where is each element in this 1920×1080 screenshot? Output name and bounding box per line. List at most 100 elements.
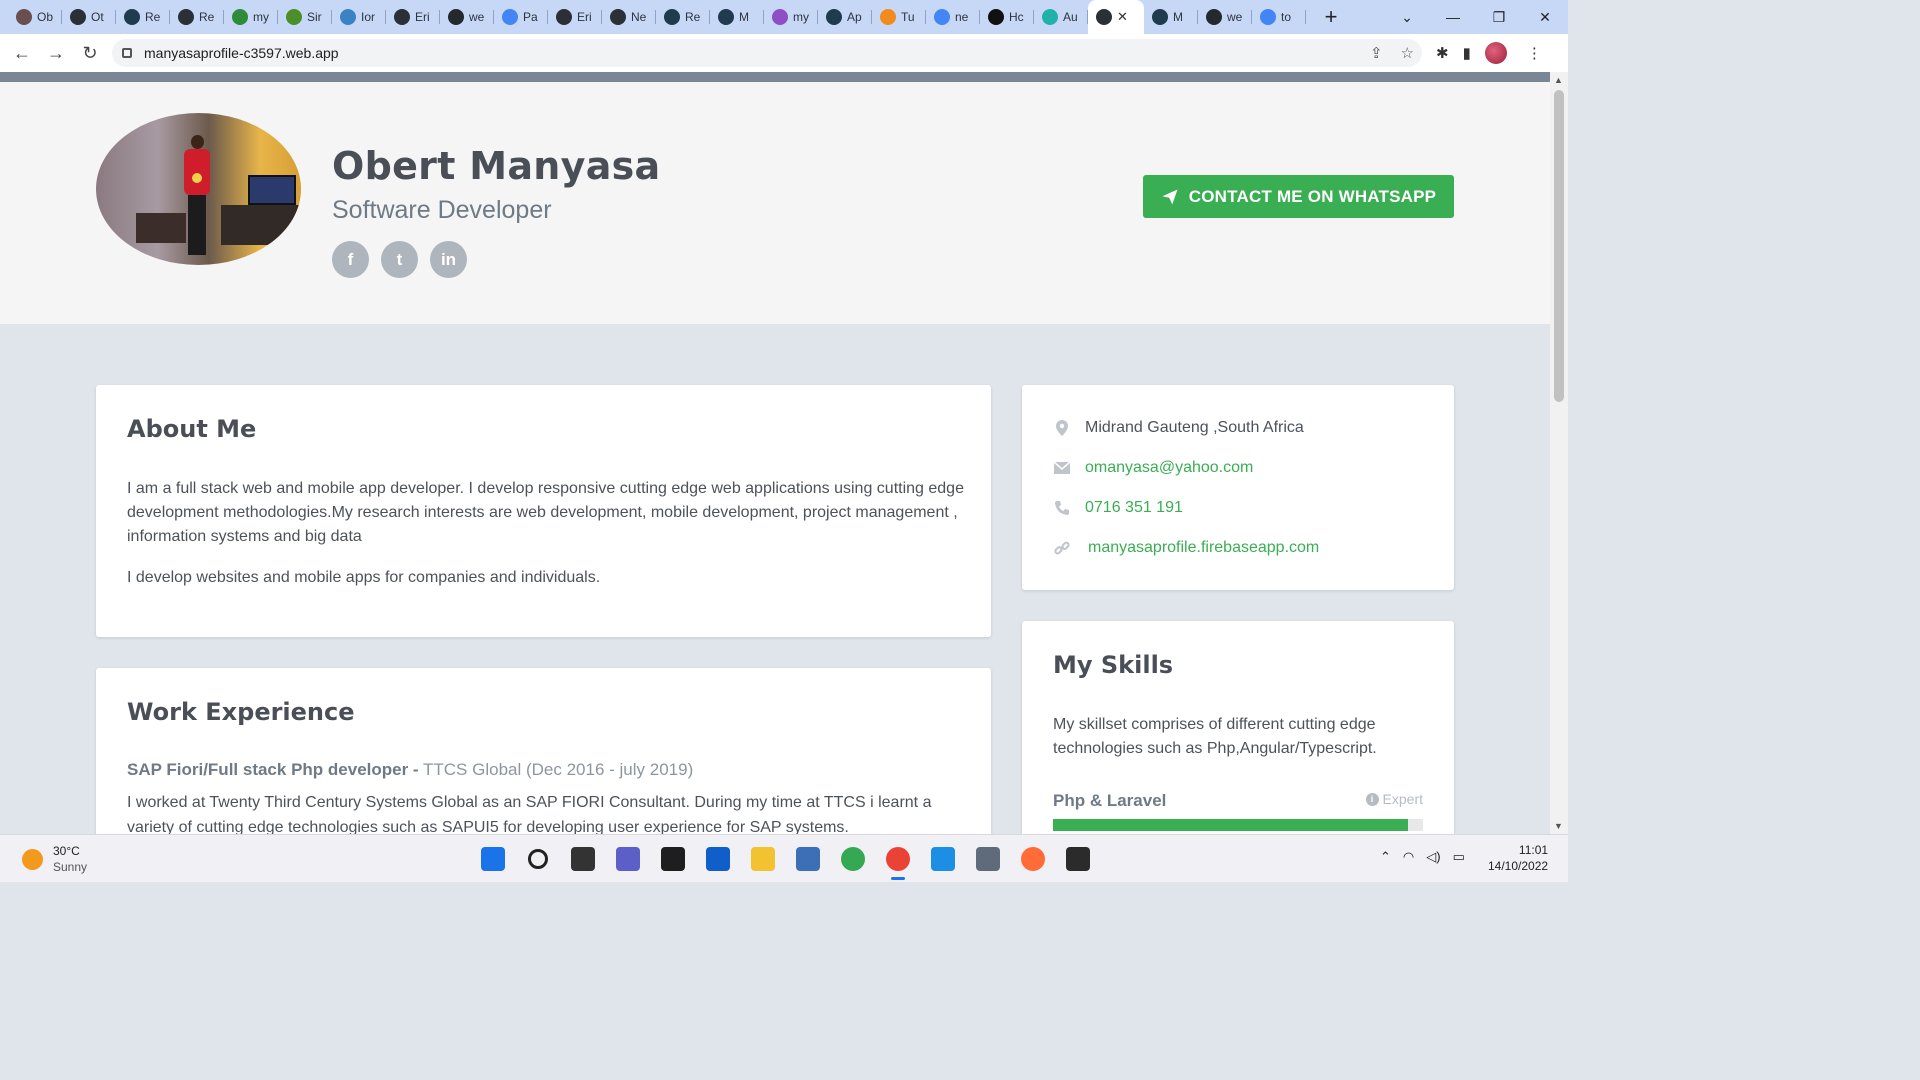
- trailing-tab[interactable]: to: [1252, 0, 1306, 34]
- lock-icon[interactable]: [122, 48, 132, 58]
- postman-icon[interactable]: [1018, 844, 1048, 874]
- browser-tab[interactable]: Ot: [62, 0, 116, 34]
- browser-tab[interactable]: Re: [170, 0, 224, 34]
- weather-widget[interactable]: 30°C Sunny: [22, 843, 87, 875]
- tab-title: Pa: [523, 10, 538, 24]
- profile-header: Obert Manyasa Software Developer f t in …: [0, 82, 1550, 324]
- vscode-icon[interactable]: [928, 844, 958, 874]
- browser-tab[interactable]: Eri: [386, 0, 440, 34]
- forward-icon[interactable]: →: [39, 43, 73, 64]
- browser-tab[interactable]: Ob: [8, 0, 62, 34]
- contact-website: manyasaprofile.firebaseapp.com: [1053, 539, 1319, 557]
- close-tab-icon[interactable]: ✕: [1117, 9, 1128, 25]
- scrollbar-thumb[interactable]: [1554, 90, 1564, 402]
- search-icon[interactable]: [523, 844, 553, 874]
- extensions-icon[interactable]: ✱: [1436, 44, 1449, 62]
- favicon-icon: [826, 9, 842, 25]
- tab-title: Ob: [37, 10, 54, 24]
- favicon-icon: [70, 9, 86, 25]
- tab-title: we: [469, 10, 485, 24]
- tab-title: ne: [955, 10, 969, 24]
- contact-email: omanyasa@yahoo.com: [1053, 459, 1253, 477]
- back-icon[interactable]: ←: [5, 43, 39, 64]
- browser-tab[interactable]: Eri: [548, 0, 602, 34]
- page-scrollbar[interactable]: ▲ ▼: [1550, 72, 1568, 834]
- browser-tab[interactable]: M: [710, 0, 764, 34]
- job-heading: SAP Fiori/Full stack Php developer - TTC…: [127, 760, 693, 780]
- profile-avatar[interactable]: [1484, 42, 1507, 64]
- linkedin-icon[interactable]: in: [430, 241, 467, 278]
- store-icon[interactable]: [703, 844, 733, 874]
- battery-icon[interactable]: ▭: [1453, 849, 1465, 865]
- browser-tab[interactable]: Ior: [332, 0, 386, 34]
- browser-tab[interactable]: we: [440, 0, 494, 34]
- scroll-down-icon[interactable]: ▼: [1554, 821, 1563, 831]
- favicon-icon: [16, 9, 32, 25]
- scroll-up-icon[interactable]: ▲: [1554, 75, 1563, 85]
- map-marker-icon: [1053, 419, 1071, 437]
- browser-tab[interactable]: Re: [656, 0, 710, 34]
- page-top-bar: [0, 72, 1550, 82]
- email-link[interactable]: omanyasa@yahoo.com: [1085, 459, 1253, 477]
- browser-tab[interactable]: Ne: [602, 0, 656, 34]
- skill-progress-fill: [1053, 819, 1409, 831]
- browser-tab[interactable]: Re: [116, 0, 170, 34]
- web-page: Obert Manyasa Software Developer f t in …: [0, 82, 1550, 834]
- favicon-icon: [664, 9, 680, 25]
- browser-tab[interactable]: Tu: [872, 0, 926, 34]
- volume-icon[interactable]: ◁): [1426, 849, 1440, 865]
- favicon-icon: [556, 9, 572, 25]
- share-icon[interactable]: ⇪: [1370, 44, 1383, 62]
- wifi-icon[interactable]: ◠: [1403, 849, 1414, 865]
- tab-title: Au: [1063, 10, 1078, 24]
- settings-icon[interactable]: [973, 844, 1003, 874]
- minimize-icon[interactable]: —: [1430, 9, 1476, 25]
- network-app-icon[interactable]: [793, 844, 823, 874]
- tray-overflow-icon[interactable]: ⌃: [1380, 849, 1391, 865]
- browser-tab[interactable]: Au: [1034, 0, 1088, 34]
- clock[interactable]: 11:01 14/10/2022: [1488, 842, 1548, 874]
- browser-tab[interactable]: my: [764, 0, 818, 34]
- terminal-icon[interactable]: [658, 844, 688, 874]
- close-window-icon[interactable]: ✕: [1522, 9, 1568, 26]
- cmd-icon[interactable]: [1063, 844, 1093, 874]
- browser-tab[interactable]: Sir: [278, 0, 332, 34]
- favicon-icon: [610, 9, 626, 25]
- browser-tab[interactable]: Pa: [494, 0, 548, 34]
- twitter-icon[interactable]: t: [381, 241, 418, 278]
- facebook-icon[interactable]: f: [332, 241, 369, 278]
- chrome-profile-icon[interactable]: [883, 844, 913, 880]
- phone-icon: [1053, 499, 1071, 517]
- browser-tab[interactable]: Hc: [980, 0, 1034, 34]
- side-panel-icon[interactable]: ▮: [1463, 44, 1471, 62]
- favicon-icon: [448, 9, 464, 25]
- new-tab-icon[interactable]: +: [1316, 4, 1346, 30]
- menu-icon[interactable]: ⋮: [1527, 44, 1542, 62]
- reload-icon[interactable]: ↻: [73, 43, 107, 64]
- favicon-icon: [232, 9, 248, 25]
- trailing-tab[interactable]: M: [1144, 0, 1198, 34]
- chrome-icon[interactable]: [838, 844, 868, 874]
- tab-title: we: [1227, 10, 1243, 24]
- file-explorer-icon[interactable]: [748, 844, 778, 874]
- phone-link[interactable]: 0716 351 191: [1085, 499, 1183, 517]
- browser-tab[interactable]: Ap: [818, 0, 872, 34]
- browser-tab[interactable]: ne: [926, 0, 980, 34]
- tab-search-icon[interactable]: ⌄: [1384, 9, 1430, 26]
- profile-role: Software Developer: [332, 196, 552, 224]
- active-tab[interactable]: ✕: [1088, 0, 1144, 34]
- start-icon[interactable]: [478, 844, 508, 874]
- bookmark-star-icon[interactable]: ☆: [1401, 44, 1414, 62]
- task-view-icon[interactable]: [568, 844, 598, 874]
- browser-tab[interactable]: my: [224, 0, 278, 34]
- website-link[interactable]: manyasaprofile.firebaseapp.com: [1088, 539, 1319, 557]
- cmd-icon-glyph: [1066, 847, 1090, 871]
- trailing-tab[interactable]: we: [1198, 0, 1252, 34]
- favicon-icon: [988, 9, 1004, 25]
- restore-icon[interactable]: ❐: [1476, 9, 1522, 26]
- url-input[interactable]: manyasaprofile-c3597.web.app ⇪ ☆: [112, 39, 1422, 67]
- store-icon-glyph: [706, 847, 730, 871]
- whatsapp-contact-button[interactable]: CONTACT ME ON WHATSAPP: [1143, 175, 1454, 218]
- favicon-icon: [124, 9, 140, 25]
- teams-icon[interactable]: [613, 844, 643, 874]
